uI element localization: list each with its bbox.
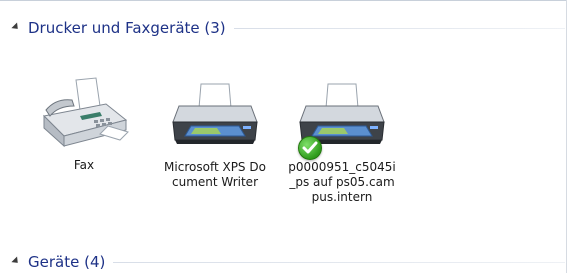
group-header-printers[interactable]: Drucker und Faxgeräte (3)	[10, 17, 565, 39]
group-divider	[233, 27, 565, 29]
device-network-printer[interactable]: p0000951_c5045i_ps auf ps05.campus.inter…	[288, 78, 396, 205]
fax-machine-icon	[36, 76, 132, 154]
group-title: Drucker und Faxgeräte (3)	[28, 19, 226, 37]
default-printer-check-icon	[298, 136, 322, 160]
printer-icon	[167, 78, 263, 156]
group-header-devices[interactable]: Geräte (4)	[10, 251, 565, 273]
device-xps-writer[interactable]: Microsoft XPS Document Writer	[161, 78, 269, 190]
device-fax[interactable]: Fax	[30, 76, 138, 173]
device-label: Fax	[73, 158, 95, 172]
printer-icon	[294, 78, 390, 160]
device-label: p0000951_c5045i_ps auf ps05.campus.inter…	[288, 160, 396, 204]
group-divider	[113, 261, 565, 263]
collapse-arrow-icon[interactable]	[11, 255, 21, 266]
window-top-border	[0, 0, 567, 6]
device-label: Microsoft XPS Document Writer	[164, 160, 266, 189]
collapse-arrow-icon[interactable]	[11, 21, 21, 32]
group-title: Geräte (4)	[28, 253, 106, 271]
